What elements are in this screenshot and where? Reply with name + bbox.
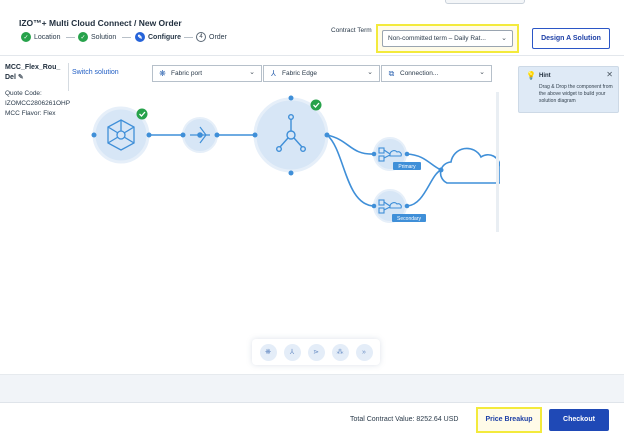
quote-code: IZOMCC2806261OHP <box>5 100 71 107</box>
connector-node[interactable] <box>182 117 218 153</box>
port-dot <box>324 132 330 138</box>
connection-icon: ⧉ <box>388 68 395 78</box>
check-icon <box>136 108 148 120</box>
fabric-port-dropdown[interactable]: ❋ Fabric port ⌄ <box>152 65 262 82</box>
secondary-label: Secondary <box>397 216 421 222</box>
step-label: Solution <box>91 33 117 41</box>
port-icon[interactable]: ❋ <box>259 343 277 361</box>
group-icon[interactable]: ⁂ <box>331 343 349 361</box>
solution-name: MCC_Flex_Rou_ Del ✎ <box>5 63 67 83</box>
dropdown-label: Fabric port <box>171 70 203 77</box>
chevron-down-icon: ⌄ <box>367 69 373 76</box>
contract-term-select[interactable]: Non-committed term – Daily Rat... ⌄ <box>382 30 513 47</box>
step-separator <box>184 37 193 38</box>
primary-label: Primary <box>398 164 416 170</box>
fabric-edge-node[interactable] <box>253 97 329 173</box>
port-dot <box>371 203 377 209</box>
port-dot <box>91 132 97 138</box>
page-title: IZO™+ Multi Cloud Connect / New Order <box>19 18 182 28</box>
step-label: Configure <box>148 33 182 41</box>
link-icon[interactable]: » <box>355 343 373 361</box>
step-location[interactable]: ✓ Location <box>21 32 60 42</box>
port-dot <box>438 167 444 173</box>
port-dot <box>404 151 410 157</box>
cloud-icon[interactable] <box>439 147 500 184</box>
top-tab <box>445 0 525 4</box>
port-dot <box>404 203 410 209</box>
step-number: 4 <box>196 32 206 42</box>
price-breakup-button[interactable]: Price Breakup <box>478 409 540 431</box>
checkout-button[interactable]: Checkout <box>549 409 609 431</box>
mcc-flavor: MCC Flavor: Flex <box>5 110 56 117</box>
page-header: IZO™+ Multi Cloud Connect / New Order ✓ … <box>0 8 624 56</box>
dropdown-label: Fabric Edge <box>282 70 318 77</box>
contract-term-value: Non-committed term – Daily Rat... <box>388 35 486 42</box>
port-dot <box>288 95 294 101</box>
port-dot <box>252 132 258 138</box>
solution-name-text: MCC_Flex_Rou_ Del <box>5 64 61 81</box>
total-contract-value: Total Contract Value: 8252.64 USD <box>350 416 459 423</box>
connector-icon[interactable]: ⋗ <box>307 343 325 361</box>
design-solution-button[interactable]: Design A Solution <box>532 28 610 49</box>
edge-icon[interactable]: ⅄ <box>283 343 301 361</box>
close-icon[interactable]: ✕ <box>606 70 613 79</box>
canvas-edge <box>496 92 499 232</box>
lightbulb-icon: 💡 <box>526 71 536 80</box>
contract-term-label: Contract Term <box>331 27 372 34</box>
chevron-down-icon: ⌄ <box>501 35 507 42</box>
fabric-edge-dropdown[interactable]: ⅄ Fabric Edge ⌄ <box>263 65 380 82</box>
step-label: Order <box>209 33 227 41</box>
step-solution[interactable]: ✓ Solution <box>78 32 116 42</box>
step-label: Location <box>34 33 61 41</box>
primary-connection-node[interactable]: Primary <box>373 137 421 171</box>
secondary-connection-node[interactable]: Secondary <box>373 189 426 223</box>
port-dot <box>214 132 220 138</box>
check-icon: ✓ <box>78 32 88 42</box>
solution-diagram: Primary Secondary <box>91 95 500 223</box>
port-dot <box>371 151 377 157</box>
step-separator <box>122 37 131 38</box>
check-icon <box>310 99 322 111</box>
solution-info: MCC_Flex_Rou_ Del ✎ Quote Code: IZOMCC280… <box>5 63 71 119</box>
quote-label: Quote Code: <box>5 90 42 97</box>
hint-title: Hint <box>539 73 551 79</box>
price-breakup-highlight: Price Breakup <box>476 407 542 433</box>
fabric-port-node[interactable] <box>92 106 150 164</box>
edge-node-icon: ⅄ <box>271 69 276 78</box>
connection-dropdown[interactable]: ⧉ Connection... ⌄ <box>381 65 492 82</box>
port-dot <box>288 170 294 176</box>
chevron-down-icon: ⌄ <box>479 69 485 76</box>
port-dot <box>146 132 152 138</box>
step-order[interactable]: 4 Order <box>196 32 227 42</box>
workspace-bottom-band <box>0 374 624 402</box>
info-divider <box>68 63 69 91</box>
gear-network-icon: ❋ <box>159 69 166 78</box>
top-strip <box>0 0 624 8</box>
pencil-icon: ✎ <box>135 32 145 42</box>
dropdown-label: Connection... <box>400 70 439 77</box>
step-separator <box>66 37 75 38</box>
switch-solution-link[interactable]: Switch solution <box>72 69 119 76</box>
step-configure[interactable]: ✎ Configure <box>135 32 181 42</box>
component-palette: ❋ ⅄ ⋗ ⁂ » <box>252 339 380 365</box>
link-secondary <box>326 134 375 207</box>
edit-icon[interactable]: ✎ <box>18 73 24 83</box>
check-icon: ✓ <box>21 32 31 42</box>
chevron-down-icon: ⌄ <box>249 69 255 76</box>
port-dot <box>180 132 186 138</box>
hint-text: Drag & Drop the component from the above… <box>539 84 613 104</box>
hint-panel: 💡 Hint ✕ Drag & Drop the component from … <box>518 66 619 113</box>
link <box>406 169 442 207</box>
contract-term-highlight: Non-committed term – Daily Rat... ⌄ <box>376 24 519 53</box>
